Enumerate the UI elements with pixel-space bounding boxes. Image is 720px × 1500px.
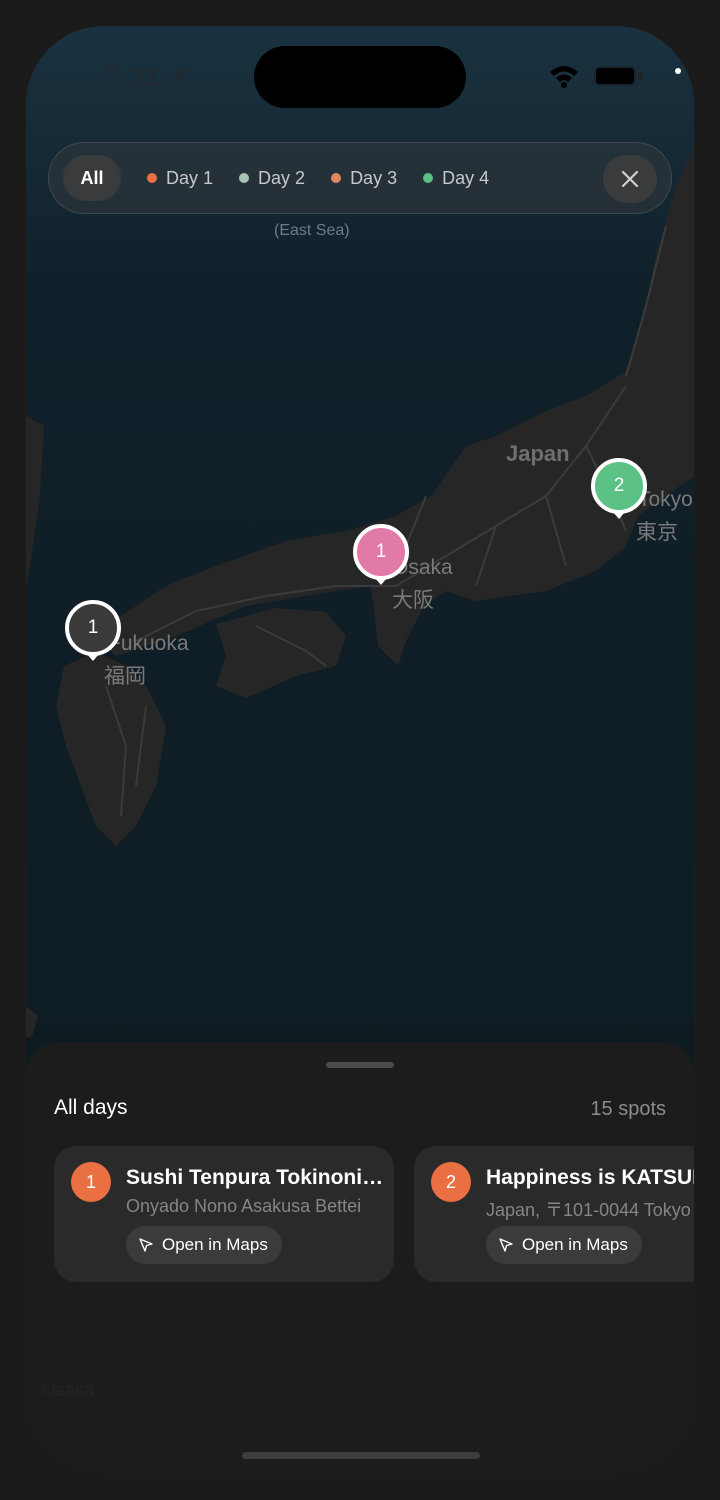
map-pin-osaka[interactable]: 1 [353, 524, 409, 580]
location-arrow-icon [169, 67, 187, 85]
open-in-maps-button[interactable]: Open in Maps [486, 1226, 642, 1264]
day-2-dot [239, 173, 250, 183]
spots-bottom-sheet[interactable]: All days 15 spots 1 Sushi Tenpura Tokino… [26, 1042, 694, 1474]
map-pin-tokyo[interactable]: 2 [591, 458, 647, 514]
open-in-maps-label: Open in Maps [522, 1235, 628, 1254]
day-1-dot [147, 173, 157, 183]
filter-all-chip[interactable]: All [63, 155, 121, 201]
fukuoka-label-en: Fukuoka [108, 632, 189, 655]
spot-card-1[interactable]: 1 Sushi Tenpura Tokinoniwa Onyado Nono A… [54, 1146, 394, 1282]
spot-address: Japan, 〒101-0044 Tokyo [486, 1200, 691, 1220]
filter-day-4-chip[interactable]: Day 4 [423, 168, 489, 189]
filter-day-2-label: Day 2 [258, 167, 306, 188]
phone-screen: (East Sea) Japan Tokyo 東京 Osaka 大阪 Fukuo… [26, 26, 694, 1474]
filter-day-1-label: Day 1 [166, 167, 214, 188]
map-pin-fukuoka[interactable]: 1 [65, 600, 121, 656]
status-time: 7:31 [104, 62, 161, 92]
open-in-maps-button[interactable]: Open in Maps [126, 1226, 282, 1264]
sheet-title: All days [54, 1096, 128, 1119]
spot-count: 15 spots [590, 1098, 666, 1120]
spot-card-2[interactable]: 2 Happiness is KATSUDON Japan, 〒101-0044… [414, 1146, 694, 1282]
dynamic-island [254, 46, 466, 108]
filter-day-2-chip[interactable]: Day 2 [239, 168, 305, 189]
spot-address: Onyado Nono Asakusa Bettei [126, 1196, 362, 1216]
home-indicator[interactable] [242, 1452, 480, 1459]
filter-day-1-chip[interactable]: Day 1 [147, 168, 213, 189]
day-4-dot [423, 173, 434, 183]
ghost-label: Osaka [42, 1380, 95, 1400]
fukuoka-label-jp: 福岡 [104, 665, 146, 688]
indicator-dot [675, 68, 681, 74]
navigation-arrow-icon [139, 1238, 153, 1252]
battery-icon [594, 66, 636, 86]
open-in-maps-label: Open in Maps [162, 1235, 268, 1254]
sheet-grabber[interactable] [326, 1062, 394, 1068]
filter-day-3-chip[interactable]: Day 3 [331, 168, 397, 189]
country-label: Japan [506, 441, 570, 466]
close-icon [621, 170, 639, 188]
day-filter-bar: All Day 1 Day 2 Day 3 Day 4 [48, 142, 672, 214]
spot-number-badge: 1 [71, 1162, 111, 1202]
spot-name: Sushi Tenpura Tokinoniwa [126, 1166, 388, 1189]
battery-cap [638, 72, 642, 80]
spot-name: Happiness is KATSUDON [486, 1166, 694, 1189]
navigation-arrow-icon [499, 1238, 513, 1252]
filter-day-3-label: Day 3 [350, 167, 398, 188]
sea-label: (East Sea) [274, 222, 350, 239]
day-3-dot [331, 173, 342, 183]
filter-day-4-label: Day 4 [442, 167, 490, 188]
close-filter-button[interactable] [603, 155, 657, 203]
osaka-label-jp: 大阪 [392, 589, 434, 612]
status-bar: 7:31 [26, 26, 694, 136]
spot-number-badge: 2 [431, 1162, 471, 1202]
wifi-icon [550, 66, 578, 88]
tokyo-label-jp: 東京 [636, 521, 678, 544]
